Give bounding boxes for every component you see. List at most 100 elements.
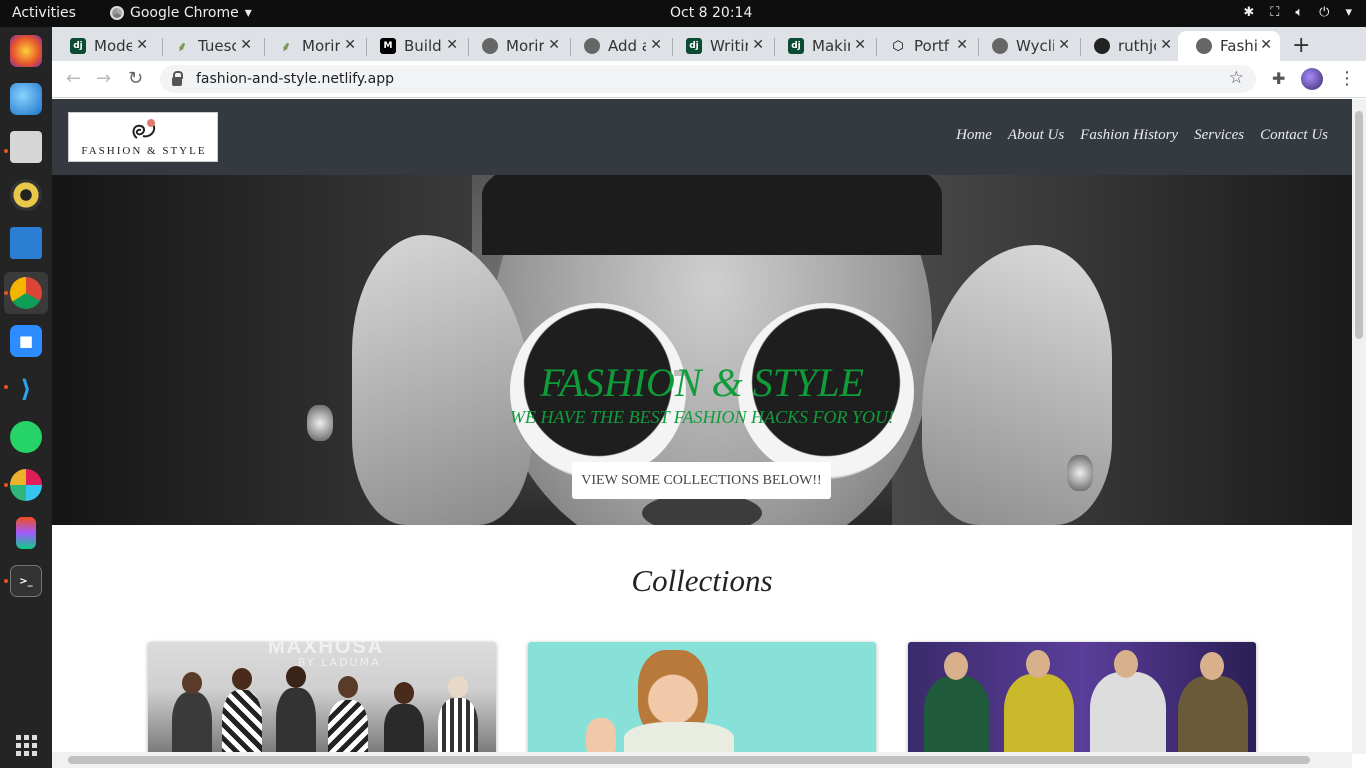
site-navbar: FASHION & STYLE Home About Us Fashion Hi…: [52, 99, 1352, 175]
site-logo[interactable]: FASHION & STYLE: [68, 112, 218, 162]
tab[interactable]: M Build ✕: [362, 31, 466, 61]
chrome-menu-icon[interactable]: ⋮: [1338, 68, 1356, 89]
reload-icon[interactable]: ↻: [128, 68, 143, 89]
close-icon[interactable]: ✕: [650, 37, 662, 53]
model-head: [286, 666, 306, 688]
nav-services-link[interactable]: Services: [1194, 127, 1244, 144]
collection-card-menswear[interactable]: [908, 642, 1256, 752]
medium-icon: M: [380, 38, 396, 54]
running-indicator: [4, 291, 8, 295]
tab[interactable]: dj Mode ✕: [52, 31, 156, 61]
lock-icon[interactable]: [172, 70, 183, 86]
activities-button[interactable]: Activities: [12, 5, 76, 21]
tab-title: Morir: [302, 37, 340, 55]
django-icon: dj: [686, 38, 702, 54]
chrome-icon[interactable]: [10, 277, 42, 309]
logo-mark-icon: [132, 119, 155, 139]
firefox-icon[interactable]: [10, 35, 42, 67]
django-icon: dj: [788, 38, 804, 54]
globe-icon: [482, 38, 498, 54]
model-figure: [924, 676, 990, 752]
github-icon: [1094, 38, 1110, 54]
back-arrow-icon[interactable]: ←: [66, 68, 81, 89]
nav-contact-link[interactable]: Contact Us: [1260, 127, 1328, 144]
tab[interactable]: Add a ✕: [566, 31, 670, 61]
tab[interactable]: ⬡ Portf ✕: [872, 31, 976, 61]
rhythmbox-icon[interactable]: [10, 179, 42, 211]
tab-title: Add a: [608, 37, 646, 55]
model-figure: [328, 700, 368, 752]
close-icon[interactable]: ✕: [1058, 37, 1070, 53]
model-figure: [1178, 676, 1248, 752]
close-icon[interactable]: ✕: [752, 37, 764, 53]
collection-card-woman[interactable]: [528, 642, 876, 752]
close-icon[interactable]: ✕: [136, 37, 148, 53]
files-icon[interactable]: [10, 131, 42, 163]
tab[interactable]: dj Writir ✕: [668, 31, 772, 61]
horizontal-scrollbar-thumb[interactable]: [68, 756, 1310, 764]
profile-avatar[interactable]: [1301, 68, 1323, 90]
terminal-icon[interactable]: >_: [10, 565, 42, 597]
collections-heading: Collections: [631, 563, 773, 598]
close-icon[interactable]: ✕: [240, 37, 252, 53]
chevron-down-icon[interactable]: ▾: [1345, 5, 1352, 20]
power-icon[interactable]: ⏻: [1319, 5, 1329, 20]
model-figure: [1004, 674, 1074, 752]
volume-icon[interactable]: 🔈︎: [1295, 5, 1303, 20]
tab[interactable]: ruthjc ✕: [1076, 31, 1180, 61]
slack-tray-icon[interactable]: ✱: [1243, 5, 1254, 20]
vertical-scrollbar[interactable]: [1352, 99, 1366, 754]
tab[interactable]: dj Makir ✕: [770, 31, 874, 61]
view-collections-button[interactable]: VIEW SOME COLLECTIONS BELOW!!: [572, 462, 831, 499]
network-icon[interactable]: ⛶: [1270, 5, 1279, 20]
app-menu[interactable]: Google Chrome ▾: [110, 5, 252, 21]
whatsapp-icon[interactable]: [10, 421, 42, 453]
address-bar[interactable]: fashion-and-style.netlify.app ☆: [160, 65, 1256, 93]
card-watermark-sub: BY LADUMA: [298, 656, 381, 669]
close-icon[interactable]: ✕: [1260, 37, 1272, 53]
close-icon[interactable]: ✕: [548, 37, 560, 53]
model-figure: [276, 688, 316, 752]
close-icon[interactable]: ✕: [446, 37, 458, 53]
url-text: fashion-and-style.netlify.app: [196, 71, 394, 87]
collection-card-runway[interactable]: MAXHOSA BY LADUMA: [148, 642, 496, 752]
codepen-icon: ⬡: [892, 38, 904, 54]
slack-icon[interactable]: [10, 469, 42, 501]
tab[interactable]: ⸙ Morir ✕: [260, 31, 364, 61]
horizontal-scrollbar[interactable]: [52, 752, 1352, 768]
clock[interactable]: Oct 8 20:14: [670, 5, 752, 21]
close-icon[interactable]: ✕: [956, 37, 968, 53]
tab[interactable]: Wycli ✕: [974, 31, 1078, 61]
model-head: [394, 682, 414, 704]
writer-icon[interactable]: [10, 227, 42, 259]
model-head: [1114, 650, 1138, 678]
nav-home-link[interactable]: Home: [956, 127, 992, 144]
tab[interactable]: ⸙ Tuesc ✕: [156, 31, 260, 61]
figma-icon[interactable]: [16, 517, 36, 549]
thunderbird-icon[interactable]: [10, 83, 42, 115]
app-name: Google Chrome: [130, 5, 239, 21]
browser-toolbar: ← → ↻ fashion-and-style.netlify.app ☆: [52, 61, 1366, 98]
model-figure: [222, 690, 262, 752]
new-tab-button[interactable]: +: [1292, 33, 1310, 58]
close-icon[interactable]: ✕: [1160, 37, 1172, 53]
zoom-icon[interactable]: ■: [10, 325, 42, 357]
nav-history-link[interactable]: Fashion History: [1080, 127, 1178, 144]
close-icon[interactable]: ✕: [854, 37, 866, 53]
tab-active[interactable]: Fashi ✕: [1178, 31, 1280, 61]
tab-title: Portf: [914, 37, 950, 55]
extensions-puzzle-icon[interactable]: ✚: [1272, 69, 1285, 88]
tab[interactable]: Morir ✕: [464, 31, 568, 61]
django-icon: dj: [70, 38, 86, 54]
running-indicator: [4, 579, 8, 583]
show-apps-icon[interactable]: [16, 735, 37, 756]
vertical-scrollbar-thumb[interactable]: [1355, 111, 1363, 339]
hero-subtitle: WE HAVE THE BEST FASHION HACKS FOR YOU!: [510, 407, 894, 427]
vscode-icon[interactable]: ⟩: [10, 373, 42, 405]
system-tray[interactable]: ✱ ⛶ 🔈︎ ⏻ ▾: [1243, 5, 1352, 20]
close-icon[interactable]: ✕: [344, 37, 356, 53]
forward-arrow-icon[interactable]: →: [96, 68, 111, 89]
model-figure: [1090, 672, 1166, 752]
bookmark-star-icon[interactable]: ☆: [1229, 68, 1244, 88]
nav-about-link[interactable]: About Us: [1008, 127, 1064, 144]
